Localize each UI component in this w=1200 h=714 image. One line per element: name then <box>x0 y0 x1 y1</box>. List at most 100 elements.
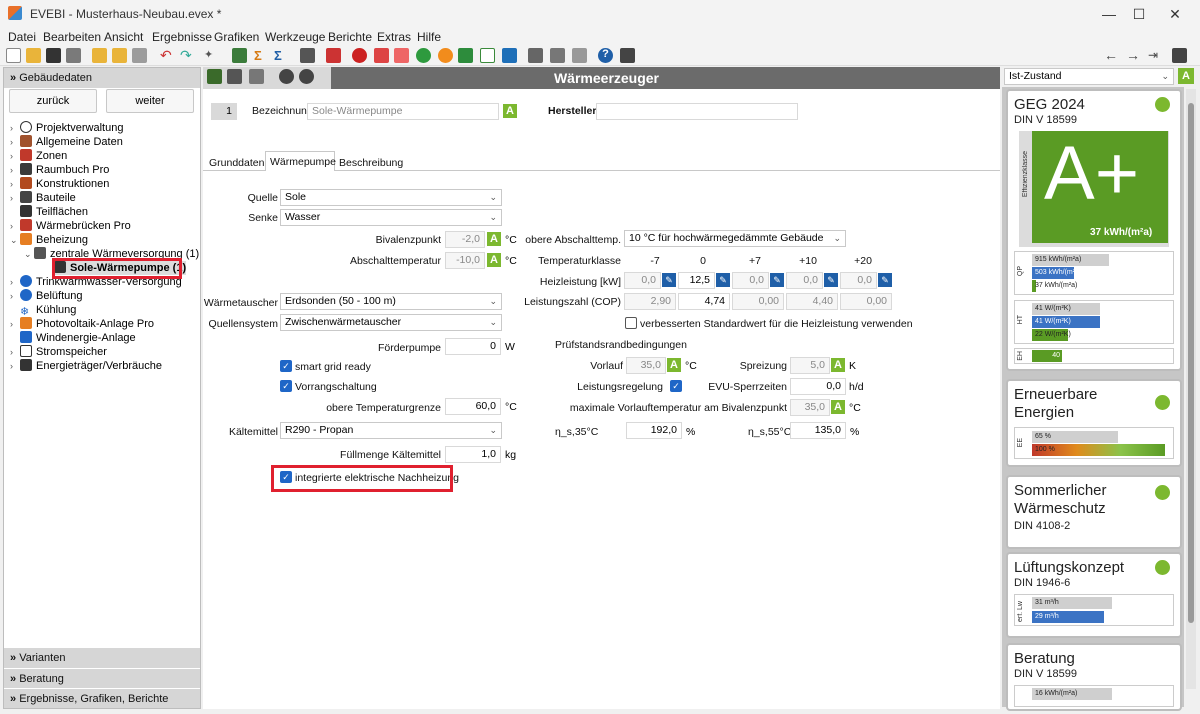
tree-item-kuehlung[interactable]: ❄ Kühlung <box>10 303 76 318</box>
tree-item-belueftung[interactable]: › Belüftung <box>10 289 82 303</box>
tree-item-zonen[interactable]: › Zonen <box>10 149 67 163</box>
heizleistung-plus7[interactable]: 0,0 <box>732 272 769 289</box>
redo-icon[interactable]: ↷ <box>180 48 195 63</box>
document2-icon[interactable] <box>550 48 565 63</box>
tree-item-waermebruecken[interactable]: › Wärmebrücken Pro <box>10 219 131 233</box>
globe-icon[interactable] <box>416 48 431 63</box>
menu-berichte[interactable]: Berichte <box>328 30 372 44</box>
zustand-a-button[interactable]: A <box>1178 68 1194 84</box>
ergebnisse-header[interactable]: » Ergebnisse, Grafiken, Berichte <box>4 688 200 708</box>
jump-icon[interactable]: ⇥ <box>1148 48 1163 63</box>
smartgrid-checkbox[interactable]: ✓ <box>280 360 292 372</box>
undo-icon[interactable]: ↶ <box>160 48 175 63</box>
cop-plus7[interactable]: 0,00 <box>732 293 784 310</box>
zustand-select[interactable]: Ist-Zustand ⌄ <box>1004 68 1174 85</box>
minimize-icon[interactable]: — <box>1094 4 1124 24</box>
print-icon[interactable] <box>66 48 81 63</box>
report-icon[interactable] <box>394 48 409 63</box>
vorlauf-input[interactable]: 35,0 <box>626 357 666 374</box>
menu-ergebnisse[interactable]: Ergebnisse <box>152 30 212 44</box>
tree-item-stromspeicher[interactable]: › Stromspeicher <box>10 345 107 359</box>
tool-icon[interactable] <box>132 48 147 63</box>
beratung-header[interactable]: » Beratung <box>4 668 200 688</box>
fuellmenge-input[interactable]: 1,0 <box>445 446 501 463</box>
abschalt-a-button[interactable]: A <box>487 253 501 267</box>
import-icon[interactable] <box>92 48 107 63</box>
tree-item-allgemeine-daten[interactable]: › Allgemeine Daten <box>10 135 123 149</box>
tree-item-raumbuch[interactable]: › Raumbuch Pro <box>10 163 109 177</box>
cop-0[interactable]: 4,74 <box>678 293 730 310</box>
heizleistung-minus7[interactable]: 0,0 <box>624 272 661 289</box>
card-beratung[interactable]: Beratung DIN V 18599 16 kWh/(m²a) <box>1008 645 1180 709</box>
eta35-input[interactable]: 192,0 <box>626 422 682 439</box>
tree-item-projektverwaltung[interactable]: › Projektverwaltung <box>10 121 123 135</box>
forward-arrow-icon[interactable]: → <box>1126 48 1141 63</box>
card-lueftungskonzept[interactable]: Lüftungskonzept DIN 1946-6 erf. Lw 31 m³… <box>1008 554 1180 636</box>
hersteller-input[interactable] <box>596 103 798 120</box>
graph-icon[interactable] <box>300 48 315 63</box>
auto-a-button[interactable]: A <box>503 104 517 118</box>
sum-icon[interactable]: Σ <box>254 48 269 63</box>
cop-plus20[interactable]: 0,00 <box>840 293 892 310</box>
tab-beschreibung[interactable]: Beschreibung <box>339 157 403 169</box>
pdf-icon[interactable] <box>374 48 389 63</box>
edit-icon[interactable]: ✎ <box>878 273 892 287</box>
edit-icon[interactable]: ✎ <box>824 273 838 287</box>
house-icon[interactable] <box>480 48 495 63</box>
cop-minus7[interactable]: 2,90 <box>624 293 676 310</box>
tab-grunddaten[interactable]: Grunddaten <box>209 157 264 169</box>
obere-grenze-input[interactable]: 60,0 <box>445 398 501 415</box>
card-sommerlicher-waermeschutz[interactable]: Sommerlicher Wärmeschutz DIN 4108-2 <box>1008 477 1180 547</box>
record-icon[interactable] <box>352 48 367 63</box>
menu-extras[interactable]: Extras <box>377 30 411 44</box>
spreizung-input[interactable]: 5,0 <box>790 357 830 374</box>
edit-doc-icon[interactable] <box>572 48 587 63</box>
quellsystem-select[interactable]: Zwischenwärmetauscher ⌄ <box>280 314 502 331</box>
leaf-icon[interactable] <box>458 48 473 63</box>
menu-grafiken[interactable]: Grafiken <box>214 30 259 44</box>
card-erneuerbare[interactable]: Erneuerbare Energien EE 65 % 100 % <box>1008 381 1180 465</box>
menu-datei[interactable]: Datei <box>8 30 36 44</box>
bivalenz-input[interactable]: -2,0 <box>445 231 485 248</box>
card-geg[interactable]: GEG 2024 DIN V 18599 Effizienzklasse A+ … <box>1008 91 1180 369</box>
sun-icon[interactable] <box>438 48 453 63</box>
edit-icon[interactable]: ✎ <box>716 273 730 287</box>
maximize-icon[interactable]: ☐ <box>1124 4 1154 24</box>
cop-plus10[interactable]: 4,40 <box>786 293 838 310</box>
evu-input[interactable]: 0,0 <box>790 378 846 395</box>
waermetauscher-select[interactable]: Erdsonden (50 - 100 m) ⌄ <box>280 293 502 310</box>
exit-icon[interactable] <box>1172 48 1187 63</box>
tree-item-beheizung[interactable]: ⌄ Beheizung <box>10 233 88 247</box>
export-icon[interactable] <box>112 48 127 63</box>
sum-blue-icon[interactable]: Σ <box>274 48 289 63</box>
vorlauf-a-button[interactable]: A <box>667 358 681 372</box>
save-icon[interactable] <box>46 48 61 63</box>
kaeltemittel-select[interactable]: R290 - Propan ⌄ <box>280 422 502 439</box>
document-icon[interactable] <box>528 48 543 63</box>
tree-item-bauteile[interactable]: › Bauteile <box>10 191 76 205</box>
structure-icon[interactable] <box>232 48 247 63</box>
menu-werkzeuge[interactable]: Werkzeuge <box>265 30 325 44</box>
foerderpumpe-input[interactable]: 0 <box>445 338 501 355</box>
bezeichnung-input[interactable]: Sole-Wärmepumpe <box>307 103 499 120</box>
varianten-header[interactable]: » Varianten <box>4 648 200 668</box>
menu-bearbeiten[interactable]: Bearbeiten <box>43 30 101 44</box>
new-file-icon[interactable] <box>6 48 21 63</box>
next-button[interactable]: weiter <box>106 89 194 113</box>
edit-icon[interactable]: ✎ <box>662 273 676 287</box>
spreizung-a-button[interactable]: A <box>831 358 845 372</box>
tree-item-energietraeger[interactable]: › Energieträger/Verbräuche <box>10 359 162 373</box>
maxvl-input[interactable]: 35,0 <box>790 399 830 416</box>
scrollbar-thumb[interactable] <box>1188 103 1194 623</box>
senke-select[interactable]: Wasser ⌄ <box>280 209 502 226</box>
wand-icon[interactable]: ✦ <box>204 48 219 63</box>
obere-abschalt-select[interactable]: 10 °C für hochwärmegedämmte Gebäude ⌄ <box>624 230 846 247</box>
maxvl-a-button[interactable]: A <box>831 400 845 414</box>
close-icon[interactable]: ✕ <box>1160 4 1190 24</box>
tree-item-teilflaechen[interactable]: Teilflächen <box>10 205 88 219</box>
eta55-input[interactable]: 135,0 <box>790 422 846 439</box>
list-icon[interactable] <box>326 48 341 63</box>
tree-item-konstruktionen[interactable]: › Konstruktionen <box>10 177 109 191</box>
leistungsreg-checkbox[interactable]: ✓ <box>670 380 682 392</box>
verbesserten-checkbox[interactable] <box>625 317 637 329</box>
